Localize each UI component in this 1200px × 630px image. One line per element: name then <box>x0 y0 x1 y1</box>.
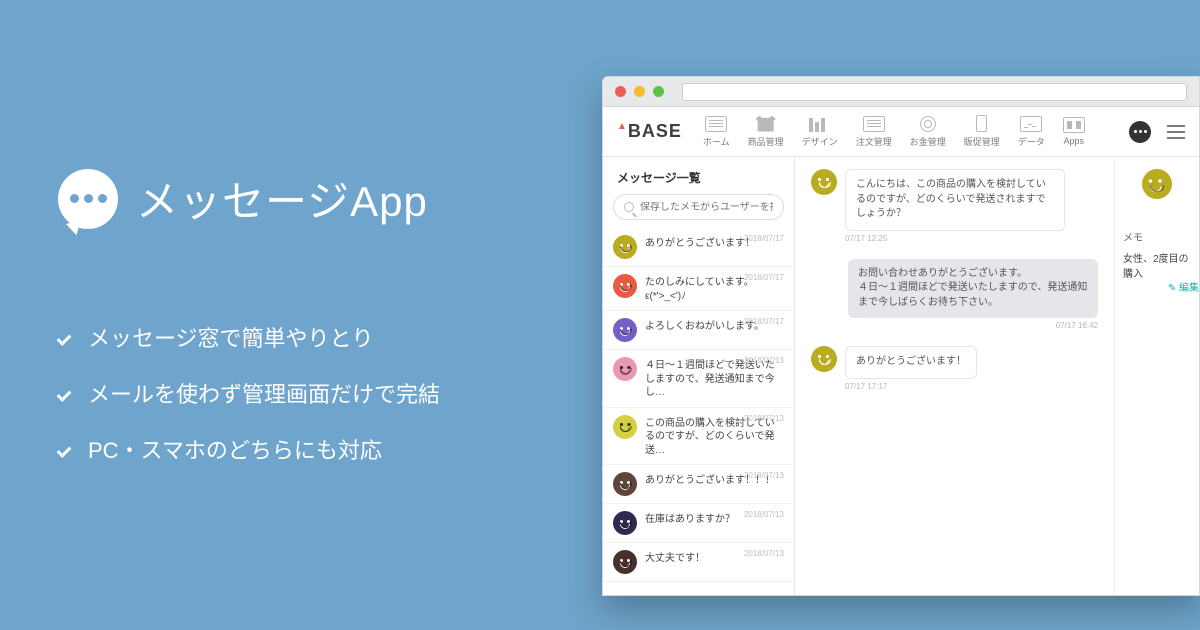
memo-body: 女性、2度目の購入 <box>1123 250 1191 280</box>
list-item-date: 2018/07/13 <box>744 356 784 365</box>
app-window: ▲BASE ホーム 商品管理 デザイン 注文管理 お金管理 販促管理 データ A… <box>602 76 1200 596</box>
nav-products[interactable]: 商品管理 <box>741 116 791 148</box>
list-item[interactable]: よろしくおねがいします。 2018/07/17 <box>603 311 794 350</box>
data-icon <box>1020 116 1042 132</box>
timestamp: 07/17 17:17 <box>845 382 977 391</box>
list-item-date: 2018/07/13 <box>744 414 784 423</box>
list-item[interactable]: この商品の購入を検討しているのですが、どのくらいで発送… 2018/07/13 <box>603 408 794 466</box>
orders-icon <box>863 116 885 132</box>
window-titlebar <box>603 77 1199 107</box>
message-incoming: ありがとうございます！ <box>845 346 977 379</box>
feature-3: PC・スマホのどちらにも対応 <box>88 433 382 465</box>
nav-design[interactable]: デザイン <box>795 116 845 148</box>
timestamp: 07/17 16:42 <box>1056 321 1098 330</box>
list-item[interactable]: ありがとうございます！！！ 2018/07/13 <box>603 465 794 504</box>
edit-memo-button[interactable]: ✎ 編集 <box>1168 279 1199 294</box>
memo-label: メモ <box>1123 229 1191 244</box>
nav-promo[interactable]: 販促管理 <box>957 115 1007 148</box>
avatar <box>613 274 637 298</box>
list-item-date: 2018/07/13 <box>744 510 784 519</box>
search-input[interactable] <box>640 202 773 213</box>
list-item[interactable]: 在庫はありますか？ 2018/07/13 <box>603 504 794 543</box>
avatar <box>811 346 837 372</box>
chat-bubble-icon <box>58 169 118 229</box>
list-item[interactable]: ４日〜１週間ほどで発送いたしますので、発送通知まで今し… 2018/07/13 <box>603 350 794 408</box>
money-icon <box>920 116 936 132</box>
customer-avatar <box>1142 169 1172 199</box>
timestamp: 07/17 12:25 <box>845 234 1065 243</box>
check-icon <box>58 440 76 458</box>
list-item[interactable]: たのしみにしています。ε(*'>_<')ﾉ 2018/07/17 <box>603 267 794 311</box>
minimize-dot[interactable] <box>634 86 645 97</box>
brand-logo[interactable]: ▲BASE <box>617 121 682 142</box>
sliders-icon <box>809 116 831 132</box>
home-icon <box>705 116 727 132</box>
apps-icon <box>1063 117 1085 133</box>
search-icon <box>624 202 634 212</box>
list-item-date: 2018/07/17 <box>744 317 784 326</box>
chat-icon[interactable] <box>1129 121 1151 143</box>
feature-2: メールを使わず管理画面だけで完結 <box>88 377 440 409</box>
list-item[interactable]: 大丈夫です！ 2018/07/13 <box>603 543 794 582</box>
nav-apps[interactable]: Apps <box>1056 117 1092 146</box>
message-incoming: こんにちは、この商品の購入を検討しているのですが、どのくらいで発送されますでしょ… <box>845 169 1065 231</box>
avatar <box>613 415 637 439</box>
avatar <box>613 472 637 496</box>
avatar <box>613 550 637 574</box>
maximize-dot[interactable] <box>653 86 664 97</box>
nav-home[interactable]: ホーム <box>696 116 737 148</box>
avatar <box>613 511 637 535</box>
hero-title: メッセージApp <box>136 168 428 229</box>
check-icon <box>58 328 76 346</box>
avatar <box>811 169 837 195</box>
nav-orders[interactable]: 注文管理 <box>849 116 899 148</box>
url-bar[interactable] <box>682 83 1187 101</box>
list-item[interactable]: ありがとうございます！ 2018/07/17 <box>603 228 794 267</box>
sidebar-title: メッセージ一覧 <box>603 157 794 194</box>
promo-icon <box>976 115 987 132</box>
check-icon <box>58 384 76 402</box>
list-item-date: 2018/07/17 <box>744 273 784 282</box>
nav-data[interactable]: データ <box>1011 116 1052 148</box>
list-item-date: 2018/07/17 <box>744 234 784 243</box>
avatar <box>613 318 637 342</box>
search-box[interactable] <box>613 194 784 220</box>
shirt-icon <box>756 116 776 132</box>
avatar <box>613 357 637 381</box>
list-item-date: 2018/07/13 <box>744 549 784 558</box>
close-dot[interactable] <box>615 86 626 97</box>
message-outgoing: お問い合わせありがとうございます。 ４日〜１週間ほどで発送いたしますので、発送通… <box>848 259 1098 319</box>
nav-money[interactable]: お金管理 <box>903 116 953 148</box>
hamburger-icon[interactable] <box>1167 125 1185 139</box>
top-nav: ▲BASE ホーム 商品管理 デザイン 注文管理 お金管理 販促管理 データ A… <box>603 107 1199 157</box>
list-item-date: 2018/07/13 <box>744 471 784 480</box>
feature-1: メッセージ窓で簡単やりとり <box>88 321 374 353</box>
avatar <box>613 235 637 259</box>
